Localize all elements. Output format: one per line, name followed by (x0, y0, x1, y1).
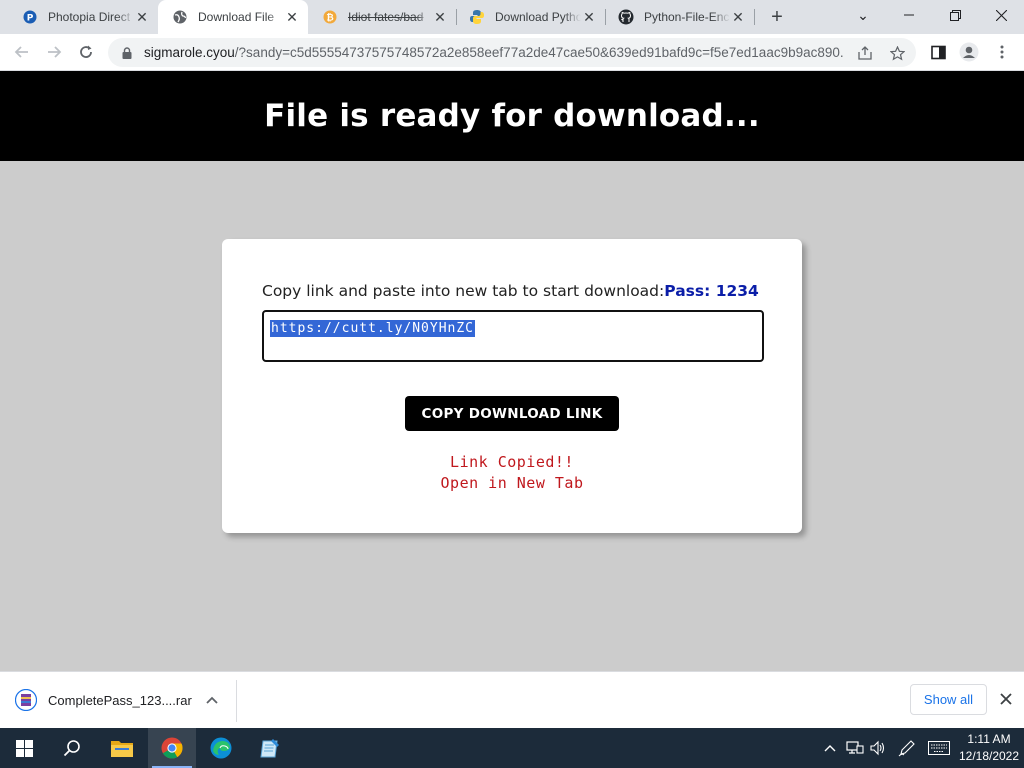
tab-close-icon[interactable]: ✕ (581, 9, 597, 25)
tab-close-icon[interactable]: ✕ (730, 9, 746, 25)
download-shelf: CompletePass_123....rar Show all (0, 671, 1024, 728)
link-copied-status: Link Copied!! (450, 453, 574, 471)
open-new-tab-text: Open in New Tab (440, 474, 584, 492)
restore-button[interactable] (932, 0, 978, 30)
download-card: Copy link and paste into new tab to star… (222, 239, 802, 533)
tab-title: Photopia Direct (48, 10, 131, 24)
side-panel-icon[interactable] (926, 40, 950, 64)
tab-title: Download File (198, 10, 275, 24)
tab-close-icon[interactable]: ✕ (432, 9, 448, 25)
pen-ink-icon[interactable] (897, 738, 917, 758)
github-favicon (618, 9, 634, 25)
bitcoin-favicon: ₿ (322, 9, 338, 25)
photopia-favicon: P (22, 9, 38, 25)
url-host: sigmarole.cyou (144, 45, 235, 60)
address-bar[interactable]: sigmarole.cyou/?sandy=c5d555547375757485… (108, 38, 916, 67)
page-title: File is ready for download... (264, 98, 760, 134)
tab-python[interactable]: Download Pytho ✕ (455, 0, 605, 34)
minimize-button[interactable] (886, 0, 932, 30)
page-header: File is ready for download... (0, 71, 1024, 161)
new-tab-button[interactable]: + (765, 5, 789, 29)
shelf-divider (236, 680, 237, 722)
show-all-button[interactable]: Show all (910, 684, 987, 715)
start-icon[interactable] (0, 728, 48, 768)
forward-button[interactable] (42, 40, 66, 64)
instruction-text: Copy link and paste into new tab to star… (262, 282, 759, 300)
download-item[interactable]: CompletePass_123....rar (14, 686, 222, 714)
tab-separator (754, 9, 755, 25)
notepad-icon[interactable] (246, 728, 294, 768)
tab-github[interactable]: Python-File-Enc ✕ (604, 0, 754, 34)
download-link-field[interactable]: https://cutt.ly/N0YHnZC (262, 310, 764, 362)
tab-title: Idiot fates/bad (348, 10, 424, 24)
chevron-up-icon[interactable] (202, 690, 222, 710)
svg-text:P: P (27, 14, 34, 24)
share-icon[interactable] (854, 42, 876, 64)
browser-toolbar: sigmarole.cyou/?sandy=c5d555547375757485… (0, 34, 1024, 71)
tab-download-file[interactable]: Download File ✕ (158, 0, 308, 34)
file-explorer-icon[interactable] (98, 728, 146, 768)
clock-date: 12/18/2022 (958, 749, 1020, 763)
touch-keyboard-icon[interactable] (927, 738, 951, 758)
svg-text:₿: ₿ (326, 13, 333, 24)
reload-button[interactable] (74, 40, 98, 64)
system-clock[interactable]: 1:11 AM 12/18/2022 (956, 731, 1022, 765)
tab-close-icon[interactable]: ✕ (284, 9, 300, 25)
chrome-icon[interactable] (148, 728, 196, 768)
tab-bitcoin[interactable]: ₿ Idiot fates/bad ✕ (308, 0, 456, 34)
instruction-label: Copy link and paste into new tab to star… (262, 282, 665, 300)
copy-download-link-button[interactable]: COPY DOWNLOAD LINK (405, 396, 619, 431)
tab-strip: P Photopia Direct ✕ Download File ✕ ₿ Id… (0, 0, 1024, 34)
lock-icon[interactable] (120, 46, 134, 59)
edge-icon[interactable] (197, 728, 245, 768)
rar-archive-icon (14, 688, 38, 712)
clock-time: 1:11 AM (967, 732, 1011, 746)
menu-kebab-icon[interactable] (990, 40, 1014, 64)
download-link-value[interactable]: https://cutt.ly/N0YHnZC (270, 320, 476, 337)
tab-title: Download Pytho (495, 10, 581, 24)
search-icon[interactable] (48, 728, 96, 768)
close-window-button[interactable] (978, 0, 1024, 30)
python-favicon (469, 9, 485, 25)
tab-photopia[interactable]: P Photopia Direct ✕ (8, 0, 158, 34)
tab-search-icon[interactable]: ⌄ (840, 0, 886, 30)
tab-close-icon[interactable]: ✕ (134, 9, 150, 25)
url-path: /?sandy=c5d55554737575748572a2e858eef77a… (234, 45, 844, 60)
volume-icon[interactable] (868, 738, 888, 758)
bookmark-star-icon[interactable] (886, 42, 908, 64)
back-button[interactable] (10, 40, 34, 64)
taskbar: 1:11 AM 12/18/2022 (0, 728, 1024, 768)
download-file-name: CompletePass_123....rar (48, 692, 192, 708)
profile-avatar-icon[interactable] (957, 40, 981, 64)
password-label: Pass: 1234 (664, 282, 759, 300)
network-icon[interactable] (845, 738, 865, 758)
show-hidden-icons-chevron[interactable] (820, 738, 840, 758)
close-shelf-icon[interactable] (996, 689, 1016, 709)
tab-title: Python-File-Enc (644, 10, 730, 24)
globe-icon (172, 9, 188, 25)
url-text[interactable]: sigmarole.cyou/?sandy=c5d555547375757485… (144, 45, 844, 60)
